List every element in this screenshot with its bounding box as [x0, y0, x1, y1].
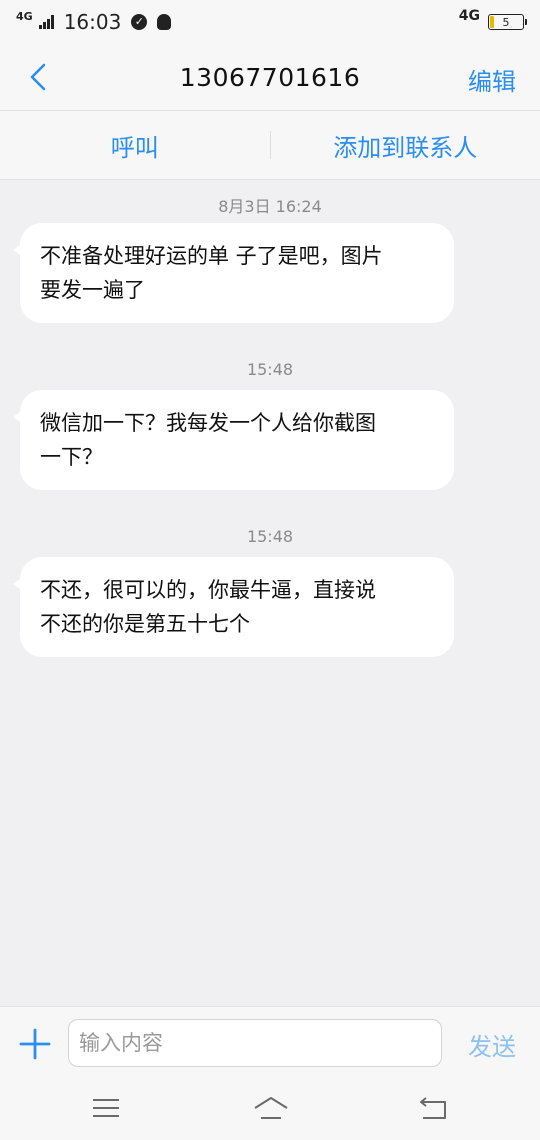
call-button[interactable]: 呼叫: [0, 128, 270, 163]
system-nav-bar: [0, 1082, 540, 1140]
message-line: 要发一遍了: [40, 278, 145, 302]
battery-fill: [490, 16, 494, 28]
status-bar: 4G 16:03 ✓ 4G 5: [0, 0, 540, 44]
edit-button[interactable]: 编辑: [468, 62, 516, 97]
status-time: 16:03: [63, 10, 122, 34]
message-line: 一下？: [40, 445, 103, 469]
message-timestamp: 15:48: [246, 527, 294, 546]
contact-action-bar: 呼叫 添加到联系人: [0, 110, 540, 180]
incoming-message-bubble[interactable]: 微信加一下？我每发一个人给你截图 一下？: [13, 390, 454, 490]
battery-icon: 5: [488, 14, 527, 30]
status-left: 4G 16:03 ✓: [16, 9, 172, 34]
menu-icon[interactable]: [90, 1094, 122, 1124]
plus-icon[interactable]: [18, 1027, 52, 1061]
notification-check-icon: ✓: [131, 14, 148, 30]
message-input[interactable]: [68, 1019, 442, 1067]
signal-icon: [38, 15, 54, 29]
contact-number-title: 13067701616: [179, 62, 361, 92]
message-line: 不准备处理好运的单 子了是吧，图片: [40, 244, 383, 268]
add-to-contacts-button[interactable]: 添加到联系人: [271, 128, 540, 163]
status-right: 4G 5: [459, 8, 527, 30]
message-timestamp: 8月3日 16:24: [218, 197, 322, 216]
message-line: 不还的你是第五十七个: [40, 612, 250, 636]
back-arrow-icon[interactable]: [418, 1094, 450, 1124]
message-line: 不还，很可以的，你最牛逼，直接说: [40, 578, 376, 602]
message-line: 微信加一下？我每发一个人给你截图: [40, 411, 376, 435]
send-button[interactable]: 发送: [468, 1027, 516, 1062]
back-chevron-icon[interactable]: [24, 62, 54, 92]
home-icon[interactable]: [252, 1094, 290, 1124]
qq-penguin-icon: [157, 14, 172, 30]
battery-level: 5: [502, 15, 510, 29]
message-list[interactable]: 8月3日 16:24 不准备处理好运的单 子了是吧，图片 要发一遍了 15:48…: [0, 180, 540, 1006]
incoming-message-bubble[interactable]: 不准备处理好运的单 子了是吧，图片 要发一遍了: [13, 223, 454, 323]
network-type: 4G: [16, 9, 33, 23]
incoming-message-bubble[interactable]: 不还，很可以的，你最牛逼，直接说 不还的你是第五十七个: [13, 557, 454, 657]
conversation-header: 13067701616 编辑: [0, 44, 540, 110]
network-type-right: 4G: [458, 8, 480, 24]
message-composer: 发送: [0, 1006, 540, 1082]
message-timestamp: 15:48: [246, 360, 294, 379]
